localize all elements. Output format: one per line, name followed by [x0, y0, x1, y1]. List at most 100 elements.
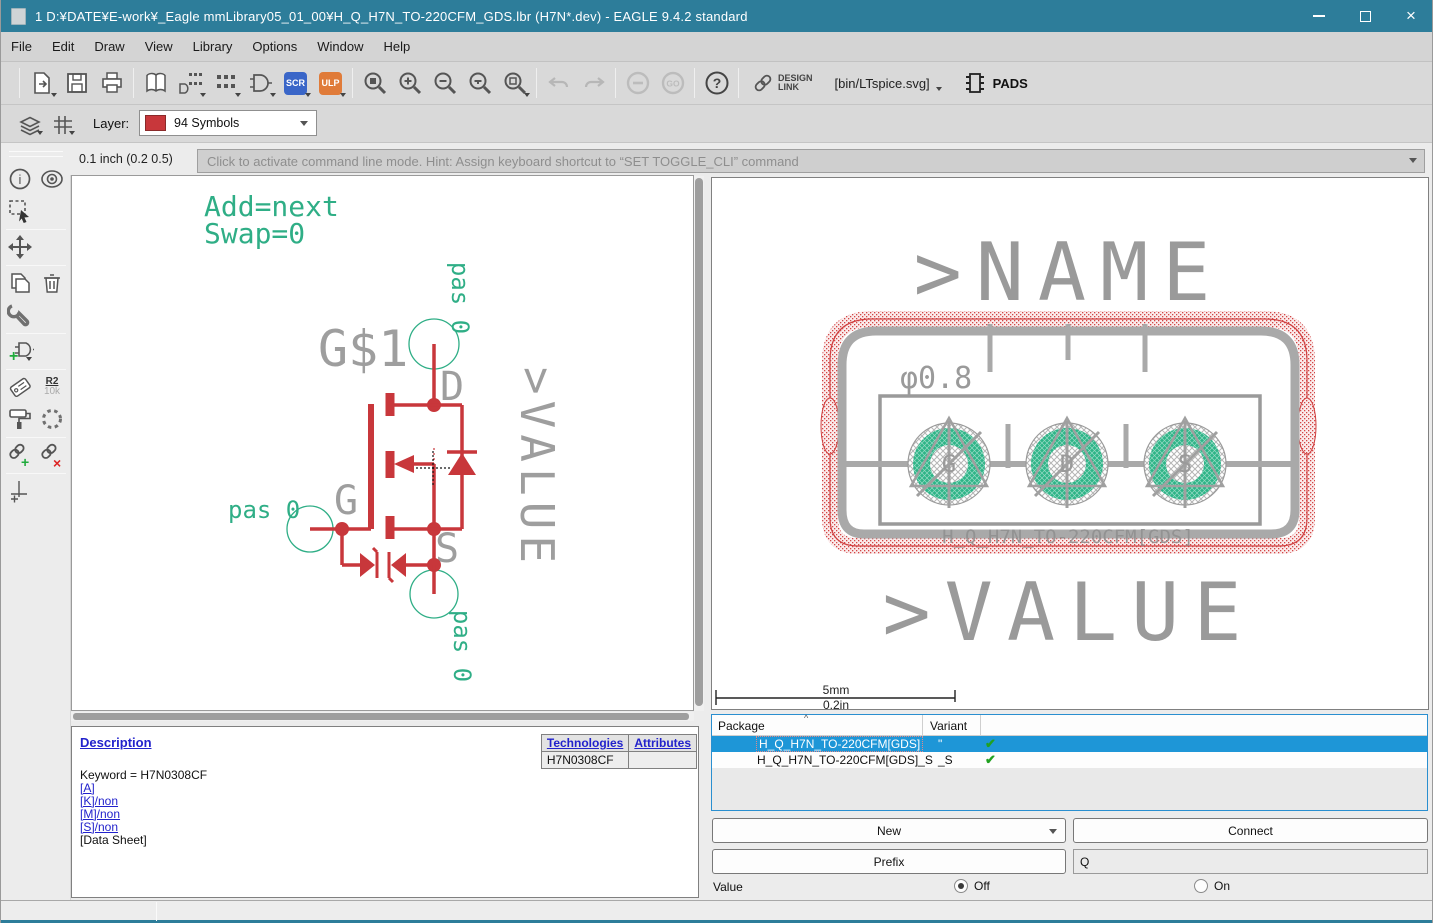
device-editor-button[interactable] — [173, 66, 208, 100]
prefix-button[interactable]: Prefix — [712, 849, 1066, 874]
svg-text:?: ? — [712, 75, 721, 91]
svg-text:G: G — [942, 450, 956, 478]
sort-indicator: ^ — [804, 713, 808, 723]
svg-text:D: D — [1060, 450, 1074, 478]
maximize-button[interactable] — [1342, 0, 1388, 32]
scrollbar-thumb[interactable] — [695, 178, 703, 706]
stop-button[interactable] — [620, 66, 655, 100]
description-link-k[interactable]: [K]/non — [80, 795, 118, 807]
connect-button[interactable]: Connect — [1073, 818, 1428, 843]
add-gate-tool-button[interactable]: + — [6, 337, 34, 364]
technologies-header-link[interactable]: Technologies — [541, 735, 628, 752]
zoom-select-button[interactable] — [462, 66, 497, 100]
package-editor-button[interactable] — [208, 66, 243, 100]
save-button[interactable] — [59, 66, 94, 100]
menu-file[interactable]: File — [1, 34, 42, 59]
menu-view[interactable]: View — [135, 34, 183, 59]
app-icon — [11, 8, 26, 25]
link-remove-tool-button[interactable]: × — [38, 441, 66, 468]
svg-text:GO: GO — [666, 79, 680, 89]
link-icon — [753, 73, 773, 93]
pinswap-tool-button[interactable] — [38, 405, 66, 432]
symbol-editor-button[interactable] — [243, 66, 278, 100]
attributes-header-link[interactable]: Attributes — [629, 735, 697, 752]
ulp-badge: ULP — [319, 72, 342, 95]
copy-tool-button[interactable] — [6, 269, 34, 296]
value-on-label[interactable]: On — [1214, 879, 1230, 893]
zoom-in-button[interactable] — [392, 66, 427, 100]
ltspice-dropdown[interactable]: [bin/LTspice.svg] — [835, 76, 942, 91]
library-button[interactable] — [138, 66, 173, 100]
value-option-row: Value Off On — [711, 877, 1428, 898]
help-button[interactable]: ? — [699, 66, 734, 100]
menu-window[interactable]: Window — [307, 34, 373, 59]
layer-combobox[interactable]: 94 Symbols — [139, 110, 317, 136]
svg-text:+: + — [21, 454, 29, 469]
minimize-button[interactable] — [1296, 0, 1342, 32]
move-tool-button[interactable] — [6, 233, 34, 260]
zoom-redraw-button[interactable] — [497, 66, 532, 100]
chevron-down-icon[interactable] — [1409, 158, 1417, 163]
main-toolbar: SCR ULP — [1, 62, 1433, 105]
delete-tool-button[interactable] — [38, 269, 66, 296]
value-off-label[interactable]: Off — [974, 879, 990, 893]
approved-check-icon: ✔ — [985, 752, 996, 768]
symbol-canvas[interactable]: Add=next Swap=0 G$1 D G S >VALUE pas 0 p… — [71, 175, 694, 711]
prefix-value-field[interactable]: Q — [1073, 849, 1428, 874]
go-button[interactable]: GO — [655, 66, 690, 100]
paint-tool-button[interactable] — [6, 405, 34, 432]
mark-tool-button[interactable] — [6, 477, 34, 504]
script-button[interactable]: SCR — [278, 66, 313, 100]
value-on-radio[interactable] — [1194, 879, 1208, 893]
description-link-s[interactable]: [S]/non — [80, 821, 118, 833]
print-button[interactable] — [94, 66, 129, 100]
value-placeholder-label: >VALUE — [883, 566, 1256, 659]
description-link-a[interactable]: [A] — [80, 782, 95, 794]
package-canvas[interactable]: >NAME φ0.8 — [711, 177, 1429, 710]
technology-value[interactable]: H7N0308CF — [541, 752, 628, 769]
description-link-m[interactable]: [M]/non — [80, 808, 120, 820]
column-package[interactable]: Package — [718, 719, 765, 733]
description-panel: Description Technologies Attributes H7N0… — [71, 726, 699, 898]
command-line-input[interactable] — [197, 149, 1425, 173]
layer-settings-button[interactable] — [17, 111, 45, 138]
zoom-out-button[interactable] — [427, 66, 462, 100]
table-header[interactable]: ^ Package Variant — [712, 715, 1427, 736]
column-variant[interactable]: Variant — [930, 719, 967, 733]
package-drawing: >NAME φ0.8 — [712, 178, 1428, 709]
show-tool-button[interactable] — [38, 165, 66, 192]
undo-button[interactable] — [541, 66, 576, 100]
name-tool-button[interactable] — [6, 373, 34, 400]
open-file-button[interactable] — [24, 66, 59, 100]
table-row[interactable]: H_Q_H7N_TO-220CFM[GDS]_S _S ✔ — [712, 752, 1427, 768]
pad-drain: D — [1026, 418, 1108, 508]
zoom-fit-button[interactable] — [357, 66, 392, 100]
pads-export-button[interactable]: PADS — [964, 71, 1028, 95]
redo-button[interactable] — [576, 66, 611, 100]
info-tool-button[interactable]: i — [6, 165, 34, 192]
design-link-button[interactable]: DESIGNLINK — [753, 73, 813, 93]
value-off-radio[interactable] — [954, 879, 968, 893]
status-bar-divider — [156, 902, 157, 921]
vertical-scrollbar[interactable] — [694, 176, 704, 711]
table-row[interactable]: H_Q_H7N_TO-220CFM[GDS] " ✔ — [712, 736, 1427, 752]
value-tool-button[interactable]: R210k — [38, 373, 66, 400]
description-link[interactable]: Description — [80, 735, 152, 750]
titlebar: 1 D:¥DATE¥E-work¥_Eagle mmLibrary05_01_0… — [1, 0, 1433, 32]
menu-draw[interactable]: Draw — [84, 34, 134, 59]
menu-options[interactable]: Options — [242, 34, 307, 59]
change-tool-button[interactable] — [6, 301, 34, 328]
ulp-button[interactable]: ULP — [313, 66, 348, 100]
group-select-tool-button[interactable] — [6, 197, 34, 224]
menu-help[interactable]: Help — [373, 34, 420, 59]
attributes-value[interactable] — [629, 752, 697, 769]
new-package-button[interactable]: New — [712, 818, 1066, 843]
scale-bar: 5mm 0.2in — [716, 683, 955, 709]
link-add-tool-button[interactable]: + — [6, 441, 34, 468]
menu-edit[interactable]: Edit — [42, 34, 84, 59]
horizontal-scrollbar[interactable] — [71, 712, 694, 721]
scrollbar-thumb[interactable] — [73, 713, 689, 720]
menu-library[interactable]: Library — [183, 34, 243, 59]
grid-button[interactable] — [49, 111, 77, 138]
close-button[interactable]: × — [1388, 0, 1433, 32]
